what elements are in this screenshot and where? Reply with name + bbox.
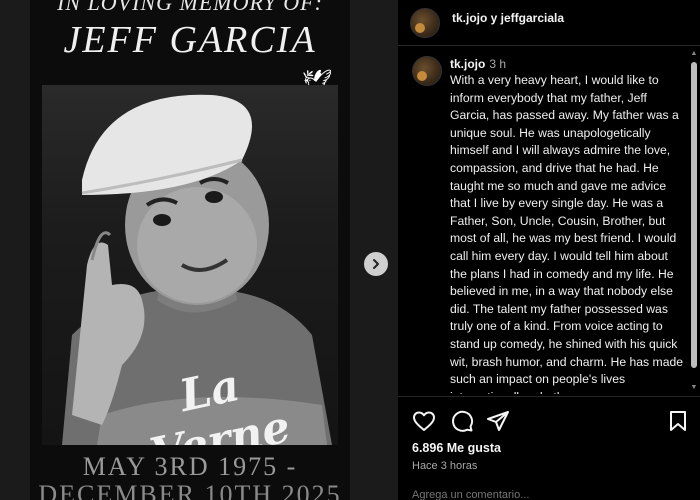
date-line-2: DECEMBER 10TH 2025 bbox=[38, 480, 342, 500]
share-icon bbox=[487, 411, 509, 431]
caption-avatar[interactable] bbox=[412, 56, 442, 86]
share-button[interactable] bbox=[486, 409, 510, 433]
caption-header: tk.jojo 3 h bbox=[450, 56, 686, 72]
post-image[interactable]: IN LOVING MEMORY OF: JEFF GARCIA 🕊 La Ve… bbox=[30, 0, 350, 500]
post-timestamp: Hace 3 horas bbox=[412, 460, 478, 472]
actions-bar: 6.896 Me gusta Hace 3 horas Agrega un co… bbox=[398, 396, 700, 500]
like-button[interactable] bbox=[412, 409, 436, 433]
avatar[interactable] bbox=[410, 8, 440, 38]
caption: tk.jojo 3 h With a very heavy heart, I wo… bbox=[450, 56, 686, 394]
next-image-button[interactable] bbox=[364, 252, 388, 276]
memorial-heading: IN LOVING MEMORY OF: bbox=[57, 0, 323, 15]
memorial-name: JEFF GARCIA bbox=[63, 19, 317, 61]
scroll-down-arrow[interactable]: ▼ bbox=[690, 384, 698, 392]
comment-icon bbox=[452, 410, 474, 432]
bookmark-icon bbox=[670, 411, 686, 431]
caption-time: 3 h bbox=[489, 57, 507, 71]
date-line-1: MAY 3RD 1975 - bbox=[82, 452, 298, 481]
caption-text: With a very heavy heart, I would like to… bbox=[450, 73, 684, 394]
save-button[interactable] bbox=[666, 409, 690, 433]
portrait-photo: La Verne bbox=[42, 85, 338, 445]
post-header: tk.jojo y jeffgarciala bbox=[398, 0, 700, 46]
likes-count[interactable]: 6.896 Me gusta bbox=[412, 441, 501, 455]
post-authors[interactable]: tk.jojo y jeffgarciala bbox=[452, 11, 564, 25]
heart-icon bbox=[413, 411, 435, 431]
scroll-up-arrow[interactable]: ▲ bbox=[690, 50, 698, 58]
post-details-panel: tk.jojo y jeffgarciala tk.jojo 3 h With a… bbox=[398, 0, 700, 500]
scroll-thumb[interactable] bbox=[691, 62, 697, 368]
caption-scrollbar[interactable]: ▲ ▼ bbox=[690, 50, 698, 395]
add-comment-input[interactable]: Agrega un comentario... bbox=[412, 489, 529, 500]
caption-username[interactable]: tk.jojo bbox=[450, 57, 485, 71]
comment-button[interactable] bbox=[450, 409, 474, 433]
chevron-right-icon bbox=[373, 259, 379, 269]
